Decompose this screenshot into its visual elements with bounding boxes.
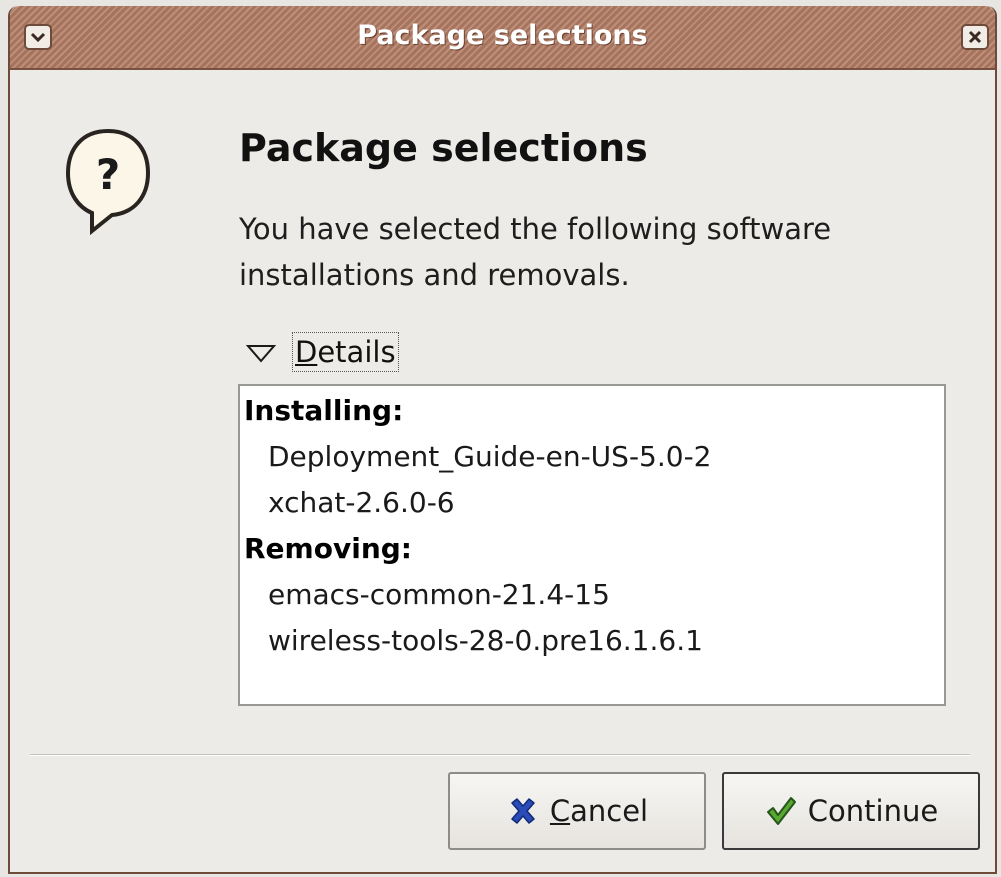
checkmark-icon (766, 797, 796, 825)
dialog-window: Package selections ? Package selections … (8, 6, 997, 874)
button-separator (30, 754, 970, 756)
svg-text:?: ? (96, 150, 120, 199)
continue-button[interactable]: Continue (722, 772, 980, 850)
list-item: emacs-common-21.4-15 (268, 578, 610, 611)
cancel-button[interactable]: Cancel (448, 772, 706, 850)
details-expander-label[interactable]: Details (292, 332, 399, 372)
titlebar[interactable]: Package selections (10, 6, 995, 70)
triangle-down-icon (246, 345, 276, 363)
cancel-mnemonic: C (549, 794, 571, 828)
continue-label: Continue (807, 794, 939, 828)
list-item: xchat-2.6.0-6 (268, 486, 455, 519)
removing-header: Removing: (244, 532, 412, 565)
window-close-button[interactable] (961, 24, 989, 50)
cancel-label-text: ancel (570, 794, 649, 828)
list-item: wireless-tools-28-0.pre16.1.6.1 (268, 624, 703, 657)
question-icon: ? (65, 128, 151, 236)
installing-header: Installing: (244, 394, 404, 427)
window-title: Package selections (357, 20, 648, 51)
cancel-label: Cancel (550, 794, 648, 828)
details-mnemonic: D (295, 335, 318, 369)
dialog-message: You have selected the following software… (239, 212, 832, 292)
details-label-text: etails (317, 335, 396, 369)
list-item: Deployment_Guide-en-US-5.0-2 (268, 440, 712, 473)
close-icon (968, 30, 982, 44)
details-textview[interactable]: Installing: Deployment_Guide-en-US-5.0-2… (238, 384, 946, 706)
dialog-heading: Package selections (239, 126, 648, 170)
cancel-x-icon (511, 798, 535, 824)
